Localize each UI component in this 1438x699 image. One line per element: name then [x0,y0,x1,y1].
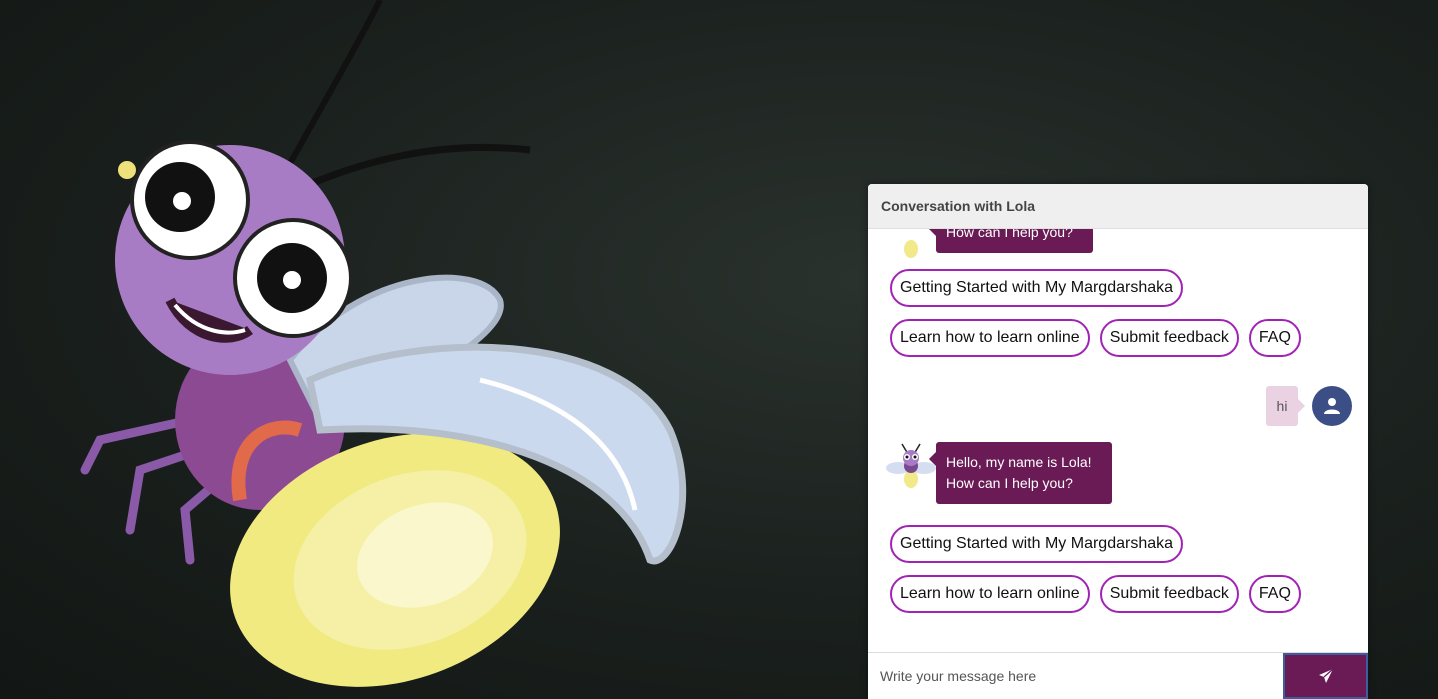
option-faq[interactable]: FAQ [1248,319,1301,357]
bot-message-text: Hello, my name is Lola! How can I help y… [929,442,1112,504]
bot-message: Hello, my name is Lola! How can I help y… [886,442,1112,504]
chat-title: Conversation with Lola [881,198,1036,214]
send-button[interactable] [1283,653,1368,699]
lola-firefly-illustration [80,0,687,687]
user-message: hi [1266,386,1352,426]
firefly-icon [886,443,936,488]
user-icon [1324,398,1340,414]
option-learn-online[interactable]: Learn how to learn online [890,575,1090,613]
chat-composer [868,652,1368,699]
option-submit-feedback[interactable]: Submit feedback [1099,319,1239,357]
option-getting-started[interactable]: Getting Started with My Margdarshaka [890,525,1184,563]
bot-message-partial: How can I help you? [886,229,1093,262]
chat-window: Conversation with Lola How can I help yo… [868,184,1368,699]
quick-replies-2: Getting Started with My Margdarshaka Lea… [890,525,1301,625]
bot-message-text: How can I help you? [929,229,1093,253]
chat-header: Conversation with Lola [868,184,1368,229]
option-submit-feedback[interactable]: Submit feedback [1099,575,1239,613]
user-avatar [1312,386,1352,426]
chat-messages[interactable]: How can I help you? Getting Started with… [868,229,1368,653]
option-getting-started[interactable]: Getting Started with My Margdarshaka [890,269,1184,307]
paper-plane-icon [1318,668,1333,683]
user-message-text: hi [1266,386,1305,426]
message-input[interactable] [868,653,1283,699]
quick-replies-1: Getting Started with My Margdarshaka Lea… [890,269,1301,369]
option-learn-online[interactable]: Learn how to learn online [890,319,1090,357]
option-faq[interactable]: FAQ [1248,575,1301,613]
